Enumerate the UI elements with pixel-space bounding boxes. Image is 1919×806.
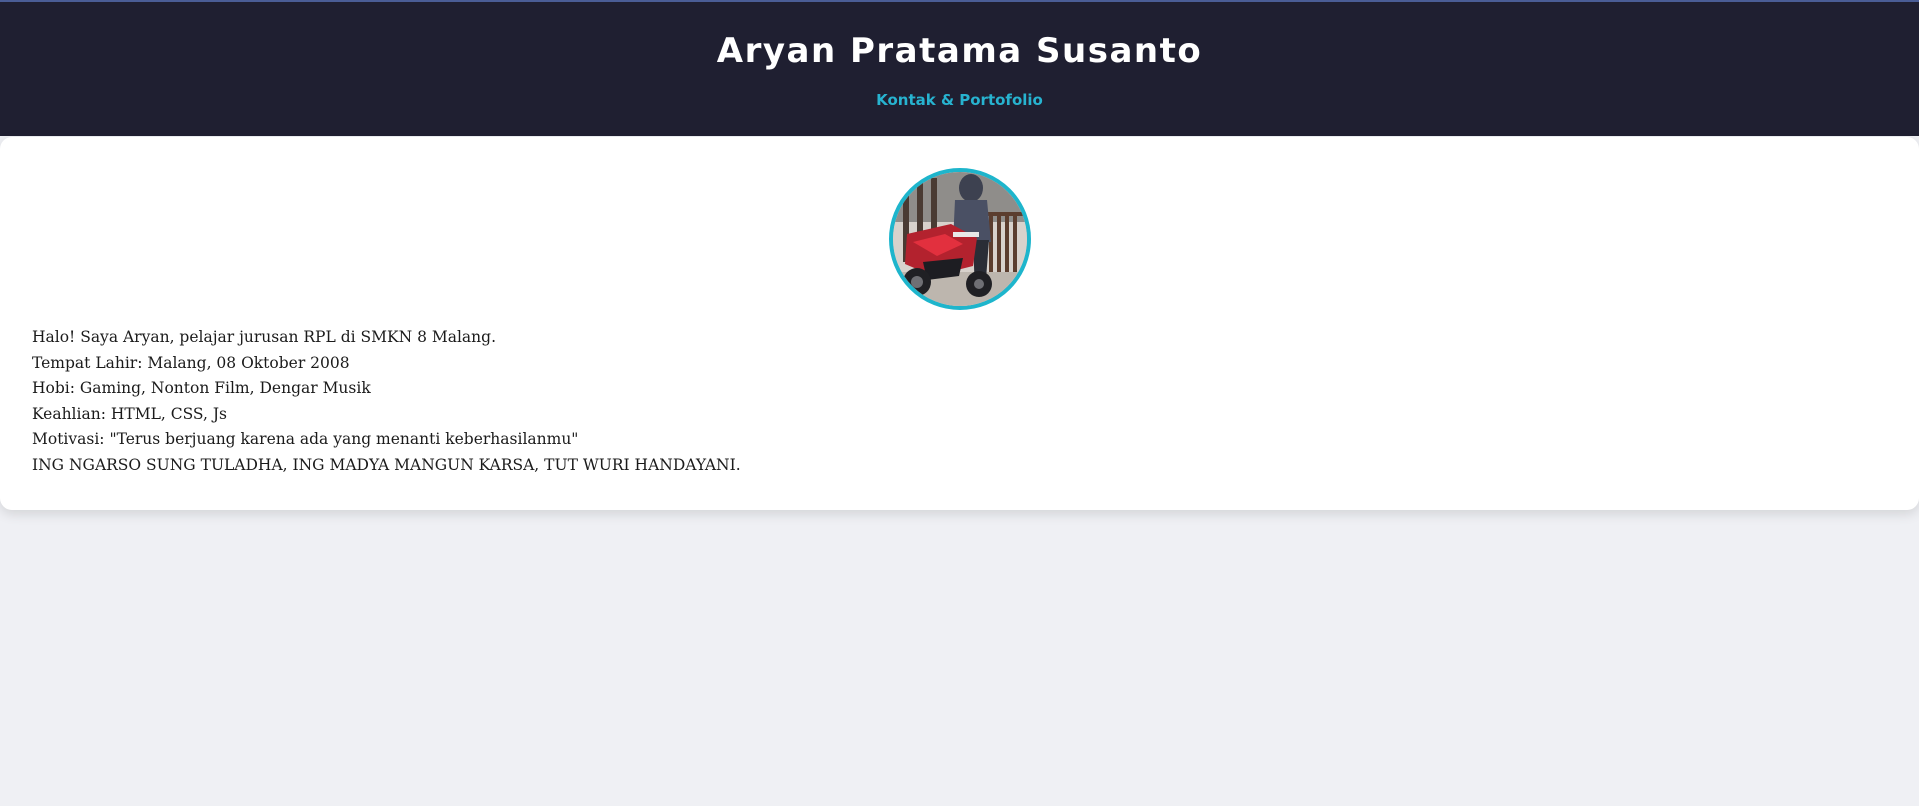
bio-line-skills: Keahlian: HTML, CSS, Js [32,404,228,423]
bio-line-motivation: Motivasi: "Terus berjuang karena ada yan… [32,430,579,449]
header-top-border [0,0,1919,2]
bio-line-intro: Halo! Saya Aryan, pelajar jurusan RPL di… [32,328,497,346]
bio-line-hobbies: Hobi: Gaming, Nonton Film, Dengar Musik [32,379,371,398]
avatar [889,168,1031,310]
site-header: Aryan Pratama Susanto Kontak & Portofoli… [0,0,1919,136]
profile-card: Halo! Saya Aryan, pelajar jurusan RPL di… [0,137,1919,510]
bio-line-birthplace: Tempat Lahir: Malang, 08 Oktober 2008 [32,353,350,372]
profile-photo-icon [893,172,1027,306]
bio-line-motto: ING NGARSO SUNG TULADHA, ING MADYA MANGU… [32,455,741,474]
bio-list: Halo! Saya Aryan, pelajar jurusan RPL di… [32,325,741,479]
page-title: Aryan Pratama Susanto [716,31,1203,71]
contact-portfolio-link[interactable]: Kontak & Portofolio [0,90,1919,110]
